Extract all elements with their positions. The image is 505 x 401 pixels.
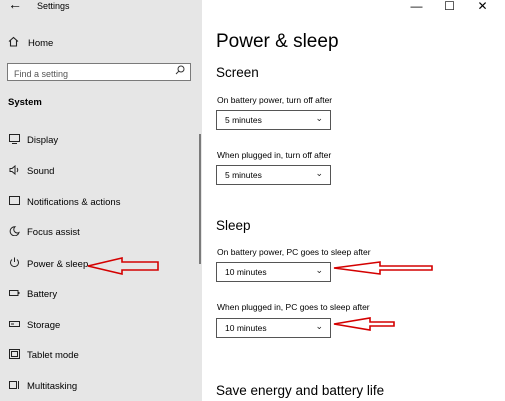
screen-plugged-dropdown[interactable]: 5 minutes ⌄ xyxy=(216,165,331,185)
power-icon xyxy=(8,257,20,271)
dropdown-value: 10 minutes xyxy=(225,323,267,333)
screen-battery-label: On battery power, turn off after xyxy=(217,95,333,105)
sidebar-item-label: Sound xyxy=(27,165,55,177)
sidebar-scrollbar[interactable] xyxy=(199,134,201,264)
sleep-battery-dropdown[interactable]: 10 minutes ⌄ xyxy=(216,262,331,282)
sidebar-item-label: Power & sleep xyxy=(27,258,89,270)
main-panel: — ☐ ✕ Power & sleep Screen On battery po… xyxy=(202,0,505,401)
chevron-down-icon: ⌄ xyxy=(315,321,323,331)
storage-icon xyxy=(8,320,20,331)
sidebar-item-notifications[interactable]: Notifications & actions xyxy=(8,195,120,209)
sidebar-item-multitasking[interactable]: Multitasking xyxy=(8,379,77,393)
home-label: Home xyxy=(28,37,54,49)
sleep-heading: Sleep xyxy=(216,218,251,233)
dropdown-value: 5 minutes xyxy=(225,170,262,180)
back-arrow-icon[interactable]: ← xyxy=(8,0,22,12)
page-title: Power & sleep xyxy=(216,31,339,52)
sleep-plugged-dropdown[interactable]: 10 minutes ⌄ xyxy=(216,318,331,338)
sidebar-item-label: Battery xyxy=(27,288,58,300)
notifications-icon xyxy=(8,195,20,209)
screen-heading: Screen xyxy=(216,65,259,80)
minimize-icon[interactable]: — xyxy=(400,0,433,13)
chevron-down-icon: ⌄ xyxy=(315,168,323,178)
search-input[interactable] xyxy=(8,66,174,82)
dropdown-value: 10 minutes xyxy=(225,267,267,277)
sidebar-item-label: Notifications & actions xyxy=(27,196,121,208)
sidebar-item-display[interactable]: Display xyxy=(8,133,58,147)
chevron-down-icon: ⌄ xyxy=(315,113,323,123)
chevron-down-icon: ⌄ xyxy=(315,265,323,275)
display-icon xyxy=(8,133,20,147)
close-icon[interactable]: ✕ xyxy=(466,0,499,13)
sidebar-item-label: Multitasking xyxy=(27,380,78,392)
sidebar-item-label: Focus assist xyxy=(27,226,80,238)
sidebar-item-battery[interactable]: Battery xyxy=(8,287,57,301)
sidebar-item-label: Display xyxy=(27,134,59,146)
screen-plugged-label: When plugged in, turn off after xyxy=(217,150,332,160)
window-controls: — ☐ ✕ xyxy=(400,0,499,13)
sidebar: ← Settings Home System Display Sound Not… xyxy=(0,0,202,401)
sidebar-item-tablet-mode[interactable]: Tablet mode xyxy=(8,348,79,362)
multitasking-icon xyxy=(8,380,20,393)
sidebar-item-focus-assist[interactable]: Focus assist xyxy=(8,225,80,239)
battery-icon xyxy=(8,289,20,300)
app-title: Settings xyxy=(37,1,70,11)
sidebar-item-home[interactable]: Home xyxy=(8,36,53,50)
section-label-system: System xyxy=(8,97,42,108)
sleep-plugged-label: When plugged in, PC goes to sleep after xyxy=(217,302,370,312)
tablet-icon xyxy=(8,348,20,362)
sidebar-item-label: Tablet mode xyxy=(27,349,79,361)
sidebar-item-label: Storage xyxy=(27,319,61,331)
speaker-icon xyxy=(8,164,20,178)
search-field[interactable] xyxy=(7,63,191,82)
moon-icon xyxy=(8,225,20,239)
maximize-icon[interactable]: ☐ xyxy=(433,0,466,13)
energy-heading: Save energy and battery life xyxy=(216,383,385,398)
sidebar-item-power-sleep[interactable]: Power & sleep xyxy=(8,257,88,271)
screen-battery-dropdown[interactable]: 5 minutes ⌄ xyxy=(216,110,331,130)
sidebar-item-sound[interactable]: Sound xyxy=(8,164,54,178)
dropdown-value: 5 minutes xyxy=(225,115,262,125)
home-icon xyxy=(8,36,20,50)
sleep-battery-label: On battery power, PC goes to sleep after xyxy=(217,247,371,257)
sidebar-item-storage[interactable]: Storage xyxy=(8,318,60,332)
search-icon[interactable] xyxy=(175,65,185,78)
